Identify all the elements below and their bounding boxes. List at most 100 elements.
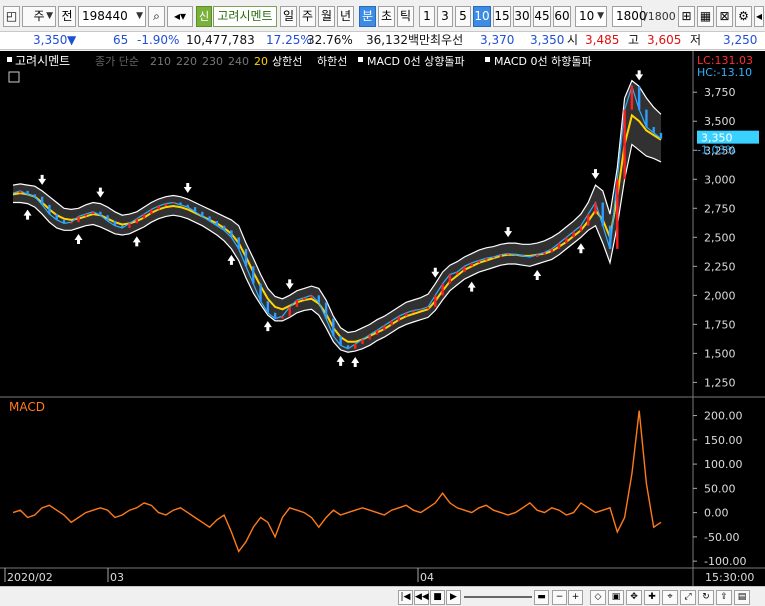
macd-tick-label: -50.00: [704, 531, 739, 544]
minute-60-button[interactable]: 60: [553, 6, 571, 27]
candle: [317, 295, 320, 303]
more-icon[interactable]: ◂: [754, 6, 764, 27]
minute-5-button[interactable]: 5: [455, 6, 471, 27]
minute-30-button[interactable]: 30: [513, 6, 531, 27]
candle: [572, 231, 575, 238]
price-change-pct: -1.90%: [137, 33, 180, 47]
price-tick-label: 2,750: [704, 202, 736, 215]
candle: [91, 211, 95, 215]
candle: [652, 127, 655, 133]
period-type-select[interactable]: 주 ▼: [22, 6, 56, 27]
minute-3-button[interactable]: 3: [437, 6, 453, 27]
scroll-first-icon[interactable]: |◀: [398, 590, 413, 605]
zoom-in-icon[interactable]: +: [568, 590, 583, 605]
magnet-icon[interactable]: ⌖: [662, 590, 678, 605]
candle: [121, 225, 124, 229]
period-month-button[interactable]: 월: [318, 6, 335, 27]
chart-area[interactable]: 3,750 3,500 3,250 3,000 2,750 2,500 2,250 2,000…: [0, 51, 765, 586]
minute-45-button[interactable]: 45: [533, 6, 551, 27]
screenshot-icon[interactable]: ▤: [734, 590, 750, 605]
crosshair-icon[interactable]: ✚: [644, 590, 660, 605]
stock-code-input[interactable]: 198440 ▼: [78, 6, 146, 27]
candle: [528, 255, 532, 258]
sound-icon[interactable]: ◂▾: [167, 6, 193, 27]
scroll-track[interactable]: [464, 596, 532, 598]
candle: [84, 214, 88, 217]
scroll-thumb[interactable]: ▬: [534, 590, 549, 605]
minute-10-button[interactable]: 10: [473, 6, 491, 27]
prev-button[interactable]: 전: [58, 6, 76, 27]
compare-icon[interactable]: ⊠: [716, 6, 733, 27]
candle: [179, 202, 182, 205]
minute-1-button[interactable]: 1: [419, 6, 435, 27]
candle: [62, 219, 66, 224]
candle: [630, 86, 634, 110]
period-second-button[interactable]: 초: [378, 6, 395, 27]
chart-svg[interactable]: 3,7503,5003,2503,0002,7502,5002,2502,000…: [0, 51, 765, 586]
period-minute-button[interactable]: 분: [359, 6, 376, 27]
candle: [70, 222, 73, 224]
candle: [164, 203, 168, 206]
candle: [375, 330, 379, 335]
candle: [40, 196, 44, 205]
period-week-button[interactable]: 주: [299, 6, 316, 27]
period-year-button[interactable]: 년: [337, 6, 354, 27]
search-icon[interactable]: ⌕: [148, 6, 165, 27]
candle: [157, 205, 160, 210]
candle: [477, 260, 481, 263]
candle: [361, 339, 364, 345]
layout-icon[interactable]: ▦: [697, 6, 714, 27]
candle: [499, 254, 503, 258]
scroll-stop-icon[interactable]: ■: [430, 590, 445, 605]
legend-upper: 상한선: [272, 55, 302, 68]
gear-icon[interactable]: ⚙: [735, 6, 752, 27]
minute-15-button[interactable]: 15: [493, 6, 511, 27]
sell-signal-arrow: [591, 169, 600, 180]
candle: [601, 202, 604, 226]
zoom-fit-icon[interactable]: ⤢: [680, 590, 696, 605]
count-input[interactable]: 1800: [612, 6, 647, 27]
scroll-prev-icon[interactable]: ◀◀: [414, 590, 429, 605]
candle: [339, 335, 342, 346]
candle: [404, 312, 408, 317]
stock-name-button[interactable]: 고려시멘트: [213, 6, 277, 27]
candle: [295, 299, 299, 307]
toolbar-settings-icon[interactable]: ⊞: [678, 6, 695, 27]
buy-signal-arrow: [533, 270, 542, 280]
sell-signal-arrow: [635, 70, 644, 81]
candle: [244, 248, 248, 267]
candle: [455, 272, 459, 275]
candle: [48, 204, 51, 215]
stock-code-value: 198440: [82, 9, 128, 23]
layout-toggle-icon[interactable]: ▣: [608, 590, 624, 605]
chart-scrollbar[interactable]: |◀ ◀◀ ■ ▶ ▬ − + ◇ ▣ ✥ ✚ ⌖ ⤢ ↻ ⇪ ▤: [0, 586, 765, 606]
upper-band-line: [12, 79, 662, 334]
export-icon[interactable]: ⇪: [716, 590, 732, 605]
chart-menu-icon[interactable]: ◰: [3, 6, 20, 27]
time-tick-label: 04: [420, 571, 434, 584]
chevron-down-icon: ▼: [136, 11, 143, 21]
candle: [142, 214, 146, 219]
pan-icon[interactable]: ✥: [626, 590, 642, 605]
candle: [201, 211, 204, 217]
period-tick-button[interactable]: 틱: [397, 6, 414, 27]
candle: [426, 306, 430, 310]
price-tick-label: 2,000: [704, 289, 736, 302]
best-bid: 3,350: [530, 33, 565, 47]
scroll-next-icon[interactable]: ▶: [446, 590, 461, 605]
low-label: 저: [690, 33, 702, 47]
candle: [99, 211, 102, 216]
zoom-out-icon[interactable]: −: [552, 590, 567, 605]
view-mode-icon[interactable]: ◇: [590, 590, 606, 605]
candle: [324, 302, 328, 319]
candle: [557, 243, 561, 249]
candle: [288, 306, 291, 317]
refresh-icon[interactable]: ↻: [698, 590, 714, 605]
chevron-down-icon: ▼: [597, 11, 604, 21]
period-day-button[interactable]: 일: [280, 6, 297, 27]
candle: [171, 202, 175, 204]
price-tick-label: 1,250: [704, 376, 736, 389]
interval-input[interactable]: 10 ▼: [575, 6, 607, 27]
price-tick-label: 3,500: [704, 115, 736, 128]
macd-tick-label: 0.00: [704, 507, 729, 520]
